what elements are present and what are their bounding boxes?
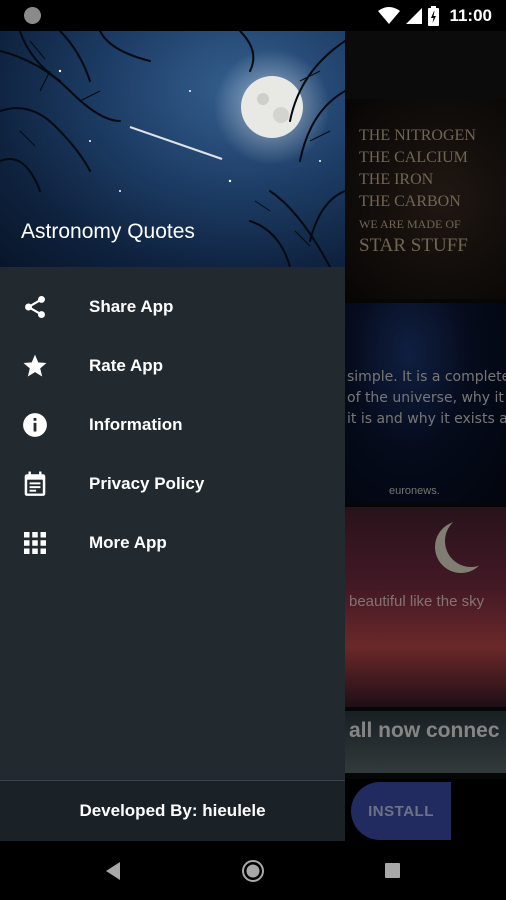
info-icon [21,411,49,439]
menu-item-label: More App [89,532,167,552]
notification-dot-icon [24,7,41,24]
wifi-icon [378,7,401,24]
back-icon[interactable] [104,861,122,881]
signal-icon [406,8,423,24]
status-icons: 11:00 [378,4,492,28]
menu-item-rate-app[interactable]: Rate App [0,336,345,395]
share-icon [21,293,49,321]
menu-item-label: Share App [89,296,174,316]
status-bar: 11:00 [0,0,506,31]
menu-item-privacy-policy[interactable]: Privacy Policy [0,454,345,513]
menu-item-label: Rate App [89,355,163,375]
menu-item-label: Information [89,414,183,434]
system-navigation-bar [0,841,506,900]
drawer-header: Astronomy Quotes [0,31,345,267]
menu-item-information[interactable]: Information [0,395,345,454]
app-title: Astronomy Quotes [21,220,195,243]
calendar-document-icon [21,470,49,498]
menu-item-more-app[interactable]: More App [0,513,345,572]
battery-icon [428,6,440,26]
drawer-footer: Developed By: hieulele [0,781,345,841]
clock-time: 11:00 [449,6,492,25]
home-icon[interactable] [241,859,265,883]
star-icon [21,352,49,380]
navigation-drawer: Astronomy Quotes Share App Rate App Info… [0,31,345,841]
developer-credit: Developed By: hieulele [79,801,266,820]
menu-item-share-app[interactable]: Share App [0,277,345,336]
drawer-menu: Share App Rate App Information Privacy P… [0,277,345,572]
menu-item-label: Privacy Policy [89,473,205,493]
grid-icon [21,529,49,557]
recent-apps-icon[interactable] [385,863,400,878]
